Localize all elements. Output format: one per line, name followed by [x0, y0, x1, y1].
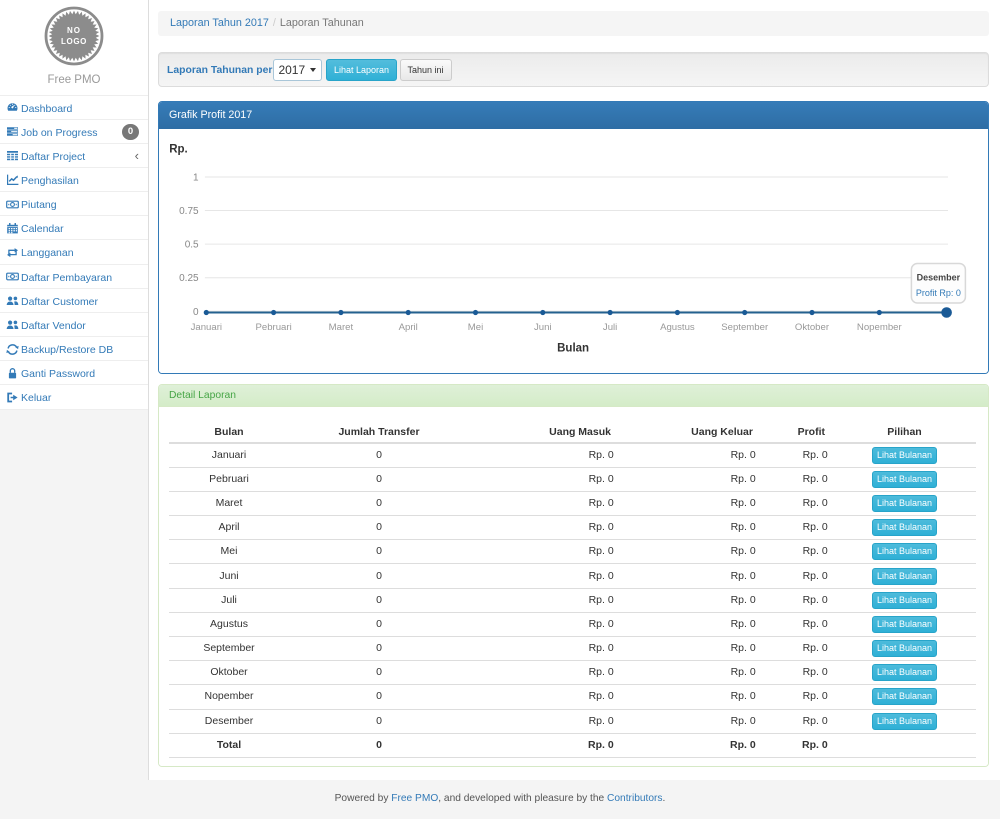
svg-text:Oktober: Oktober — [795, 322, 830, 333]
svg-text:Maret: Maret — [329, 322, 354, 333]
svg-text:Rp.: Rp. — [169, 144, 188, 156]
svg-text:Desember: Desember — [917, 273, 961, 283]
svg-text:Juni: Juni — [534, 322, 552, 333]
svg-text:NO: NO — [67, 26, 81, 35]
svg-text:0.25: 0.25 — [179, 273, 199, 284]
svg-text:0: 0 — [193, 307, 199, 318]
svg-text:1: 1 — [193, 173, 199, 184]
svg-text:September: September — [721, 322, 769, 333]
svg-text:Bulan: Bulan — [557, 343, 589, 355]
svg-text:0.75: 0.75 — [179, 206, 199, 217]
svg-text:Januari: Januari — [191, 322, 222, 333]
svg-text:Agustus: Agustus — [660, 322, 695, 333]
svg-text:Nopember: Nopember — [857, 322, 903, 333]
svg-text:April: April — [399, 322, 418, 333]
svg-text:Juli: Juli — [603, 322, 617, 333]
svg-text:Profit Rp: 0: Profit Rp: 0 — [916, 288, 961, 298]
svg-text:Mei: Mei — [468, 322, 483, 333]
svg-text:Pebruari: Pebruari — [255, 322, 291, 333]
svg-text:LOGO: LOGO — [61, 37, 87, 46]
svg-text:0.5: 0.5 — [185, 240, 199, 251]
